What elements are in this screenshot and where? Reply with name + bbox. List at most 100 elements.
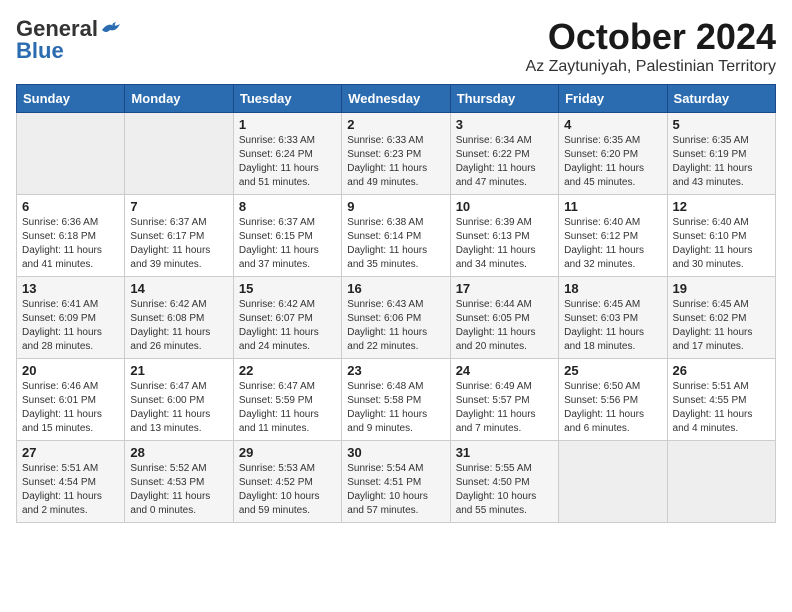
day-number: 25 [564,363,661,378]
day-number: 28 [130,445,227,460]
calendar-cell: 30 Sunrise: 5:54 AMSunset: 4:51 PMDayligh… [342,441,450,523]
day-info: Sunrise: 6:43 AMSunset: 6:06 PMDaylight:… [347,298,444,354]
calendar-week-row: 20 Sunrise: 6:46 AMSunset: 6:01 PMDayligh… [17,359,776,441]
day-info: Sunrise: 6:35 AMSunset: 6:19 PMDaylight:… [673,134,770,190]
day-info: Sunrise: 6:35 AMSunset: 6:20 PMDaylight:… [564,134,661,190]
calendar-cell: 9Sunrise: 6:38 AMSunset: 6:14 PMDaylight… [342,195,450,277]
day-info: Sunrise: 6:42 AMSunset: 6:08 PMDaylight:… [130,298,227,354]
day-number: 24 [456,363,553,378]
calendar-cell [559,441,667,523]
day-info: Sunrise: 6:41 AMSunset: 6:09 PMDaylight:… [22,298,119,354]
logo-blue: Blue [16,38,64,64]
calendar-cell: 18 Sunrise: 6:45 AMSunset: 6:03 PMDayligh… [559,277,667,359]
day-info: Sunrise: 6:39 AMSunset: 6:13 PMDaylight:… [456,216,553,272]
location-title: Az Zaytuniyah, Palestinian Territory [526,58,776,76]
day-info: Sunrise: 5:55 AMSunset: 4:50 PMDaylight:… [456,462,553,518]
calendar-cell [667,441,775,523]
day-info: Sunrise: 6:36 AMSunset: 6:18 PMDaylight:… [22,216,119,272]
calendar-cell: 16 Sunrise: 6:43 AMSunset: 6:06 PMDayligh… [342,277,450,359]
calendar-cell: 23 Sunrise: 6:48 AMSunset: 5:58 PMDayligh… [342,359,450,441]
day-info: Sunrise: 6:45 AMSunset: 6:02 PMDaylight:… [673,298,770,354]
day-info: Sunrise: 6:45 AMSunset: 6:03 PMDaylight:… [564,298,661,354]
day-info: Sunrise: 6:47 AMSunset: 6:00 PMDaylight:… [130,380,227,436]
day-number: 27 [22,445,119,460]
day-number: 2 [347,117,444,132]
calendar-cell: 10Sunrise: 6:39 AMSunset: 6:13 PMDayligh… [450,195,558,277]
calendar-cell: 6 Sunrise: 6:36 AMSunset: 6:18 PMDaylight… [17,195,125,277]
calendar-cell: 21 Sunrise: 6:47 AMSunset: 6:00 PMDayligh… [125,359,233,441]
day-number: 11 [564,199,661,214]
day-number: 18 [564,281,661,296]
day-info: Sunrise: 6:33 AMSunset: 6:24 PMDaylight:… [239,134,336,190]
day-info: Sunrise: 6:47 AMSunset: 5:59 PMDaylight:… [239,380,336,436]
calendar-body: 1Sunrise: 6:33 AMSunset: 6:24 PMDaylight… [17,113,776,523]
day-number: 5 [673,117,770,132]
day-number: 13 [22,281,119,296]
calendar-cell: 26Sunrise: 5:51 AMSunset: 4:55 PMDayligh… [667,359,775,441]
calendar-week-row: 6 Sunrise: 6:36 AMSunset: 6:18 PMDaylight… [17,195,776,277]
logo: General Blue [16,16,122,64]
calendar-cell: 20 Sunrise: 6:46 AMSunset: 6:01 PMDayligh… [17,359,125,441]
day-number: 15 [239,281,336,296]
day-number: 12 [673,199,770,214]
day-info: Sunrise: 6:34 AMSunset: 6:22 PMDaylight:… [456,134,553,190]
day-number: 23 [347,363,444,378]
day-number: 20 [22,363,119,378]
day-number: 21 [130,363,227,378]
day-info: Sunrise: 6:37 AMSunset: 6:17 PMDaylight:… [130,216,227,272]
day-number: 8 [239,199,336,214]
calendar-cell: 22 Sunrise: 6:47 AMSunset: 5:59 PMDayligh… [233,359,341,441]
calendar-cell: 14Sunrise: 6:42 AMSunset: 6:08 PMDayligh… [125,277,233,359]
title-area: October 2024 Az Zaytuniyah, Palestinian … [526,16,776,76]
calendar-table: SundayMondayTuesdayWednesdayThursdayFrid… [16,84,776,523]
day-info: Sunrise: 6:33 AMSunset: 6:23 PMDaylight:… [347,134,444,190]
day-of-week-header: Monday [125,85,233,113]
calendar-cell: 13 Sunrise: 6:41 AMSunset: 6:09 PMDayligh… [17,277,125,359]
calendar-cell: 28Sunrise: 5:52 AMSunset: 4:53 PMDayligh… [125,441,233,523]
calendar-cell: 25 Sunrise: 6:50 AMSunset: 5:56 PMDayligh… [559,359,667,441]
day-of-week-header: Friday [559,85,667,113]
day-of-week-header: Saturday [667,85,775,113]
calendar-week-row: 13 Sunrise: 6:41 AMSunset: 6:09 PMDayligh… [17,277,776,359]
day-number: 26 [673,363,770,378]
header: General Blue October 2024 Az Zaytuniyah,… [16,16,776,76]
day-info: Sunrise: 6:44 AMSunset: 6:05 PMDaylight:… [456,298,553,354]
calendar-cell: 19 Sunrise: 6:45 AMSunset: 6:02 PMDayligh… [667,277,775,359]
day-number: 4 [564,117,661,132]
calendar-cell: 31 Sunrise: 5:55 AMSunset: 4:50 PMDayligh… [450,441,558,523]
day-info: Sunrise: 6:37 AMSunset: 6:15 PMDaylight:… [239,216,336,272]
day-info: Sunrise: 5:54 AMSunset: 4:51 PMDaylight:… [347,462,444,518]
calendar-cell: 29Sunrise: 5:53 AMSunset: 4:52 PMDayligh… [233,441,341,523]
calendar-header-row: SundayMondayTuesdayWednesdayThursdayFrid… [17,85,776,113]
day-info: Sunrise: 5:53 AMSunset: 4:52 PMDaylight:… [239,462,336,518]
month-title: October 2024 [526,16,776,58]
calendar-cell: 5 Sunrise: 6:35 AMSunset: 6:19 PMDaylight… [667,113,775,195]
day-info: Sunrise: 5:51 AMSunset: 4:54 PMDaylight:… [22,462,119,518]
day-number: 16 [347,281,444,296]
day-info: Sunrise: 6:46 AMSunset: 6:01 PMDaylight:… [22,380,119,436]
day-info: Sunrise: 6:50 AMSunset: 5:56 PMDaylight:… [564,380,661,436]
day-number: 30 [347,445,444,460]
calendar-cell: 7 Sunrise: 6:37 AMSunset: 6:17 PMDaylight… [125,195,233,277]
day-of-week-header: Tuesday [233,85,341,113]
day-number: 6 [22,199,119,214]
day-info: Sunrise: 6:48 AMSunset: 5:58 PMDaylight:… [347,380,444,436]
day-info: Sunrise: 6:40 AMSunset: 6:12 PMDaylight:… [564,216,661,272]
calendar-cell [125,113,233,195]
day-number: 31 [456,445,553,460]
calendar-cell: 1Sunrise: 6:33 AMSunset: 6:24 PMDaylight… [233,113,341,195]
day-number: 22 [239,363,336,378]
calendar-cell: 2 Sunrise: 6:33 AMSunset: 6:23 PMDaylight… [342,113,450,195]
calendar-cell: 24Sunrise: 6:49 AMSunset: 5:57 PMDayligh… [450,359,558,441]
calendar-cell: 3Sunrise: 6:34 AMSunset: 6:22 PMDaylight… [450,113,558,195]
day-of-week-header: Sunday [17,85,125,113]
day-info: Sunrise: 6:40 AMSunset: 6:10 PMDaylight:… [673,216,770,272]
day-number: 19 [673,281,770,296]
calendar-week-row: 1Sunrise: 6:33 AMSunset: 6:24 PMDaylight… [17,113,776,195]
day-info: Sunrise: 6:42 AMSunset: 6:07 PMDaylight:… [239,298,336,354]
day-number: 7 [130,199,227,214]
calendar-cell: 12 Sunrise: 6:40 AMSunset: 6:10 PMDayligh… [667,195,775,277]
calendar-week-row: 27 Sunrise: 5:51 AMSunset: 4:54 PMDayligh… [17,441,776,523]
day-of-week-header: Thursday [450,85,558,113]
calendar-cell [17,113,125,195]
